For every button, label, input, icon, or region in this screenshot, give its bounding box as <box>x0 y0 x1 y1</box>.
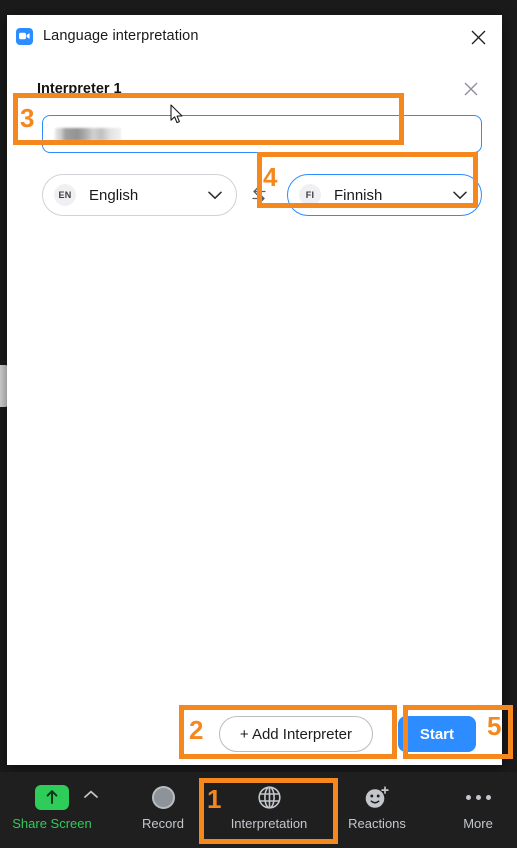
globe-icon <box>257 780 282 814</box>
target-language-dropdown[interactable]: FI Finnish <box>287 174 482 216</box>
target-language-label: Finnish <box>334 186 383 204</box>
record-icon <box>151 780 175 814</box>
screen: Language interpretation Interpreter 1 EN… <box>0 0 517 848</box>
more-dots-icon <box>465 780 491 814</box>
swap-arrows-icon[interactable] <box>249 185 269 205</box>
language-pair-row: EN English FI Finnish <box>42 174 485 216</box>
toolbar-item-interpretation[interactable]: Interpretation <box>223 780 315 831</box>
toolbar-label-more: More <box>463 816 493 831</box>
toolbar-label-reactions: Reactions <box>348 816 406 831</box>
zoom-video-icon <box>16 27 33 45</box>
dialog-titlebar: Language interpretation <box>7 15 502 57</box>
reactions-smiley-icon <box>364 780 390 814</box>
target-language-code-badge: FI <box>299 184 321 206</box>
dialog-title: Language interpretation <box>43 28 199 44</box>
toolbar-label-record: Record <box>142 816 184 831</box>
toolbar-item-share-screen[interactable]: Share Screen <box>6 780 98 831</box>
start-button[interactable]: Start <box>397 716 476 752</box>
toolbar-item-record[interactable]: Record <box>117 780 209 831</box>
toolbar-item-reactions[interactable]: Reactions <box>331 780 423 831</box>
toolbar-item-more[interactable]: More <box>432 780 517 831</box>
toolbar-label-share-screen: Share Screen <box>12 816 92 831</box>
source-language-code-badge: EN <box>54 184 76 206</box>
close-icon[interactable] <box>466 25 490 49</box>
dialog-footer: + Add Interpreter Start <box>7 699 502 765</box>
chevron-down-icon <box>208 191 222 199</box>
toolbar-label-interpretation: Interpretation <box>230 816 308 831</box>
source-language-label: English <box>89 186 139 204</box>
share-screen-icon <box>35 780 69 814</box>
interpreter-header: Interpreter 1 <box>37 78 482 100</box>
source-language-dropdown[interactable]: EN English <box>42 174 237 216</box>
remove-interpreter-close-icon[interactable] <box>460 78 482 100</box>
interpreter-name-input[interactable] <box>42 115 482 153</box>
chevron-up-icon[interactable] <box>84 790 98 799</box>
redacted-name-value <box>55 127 121 141</box>
mouse-cursor <box>170 104 183 124</box>
add-interpreter-button[interactable]: + Add Interpreter <box>218 716 373 752</box>
interpreter-heading: Interpreter 1 <box>37 81 122 97</box>
chevron-down-icon <box>453 191 467 199</box>
zoom-meeting-toolbar: Share Screen Record Interpretation React… <box>0 772 517 848</box>
language-interpretation-dialog: Language interpretation Interpreter 1 EN… <box>7 15 502 765</box>
